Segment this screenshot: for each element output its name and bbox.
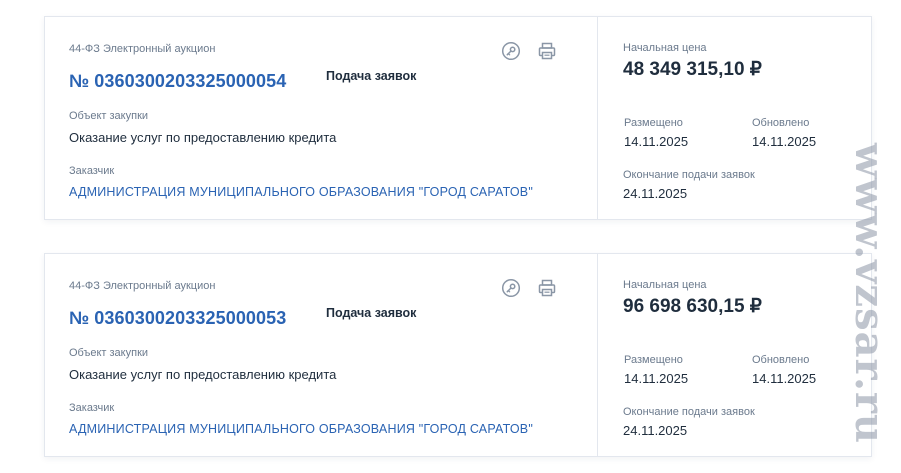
customer-link[interactable]: АДМИНИСТРАЦИЯ МУНИЦИПАЛЬНОГО ОБРАЗОВАНИЯ… (69, 185, 533, 199)
status-label: Подача заявок (326, 69, 417, 83)
registry-number-link[interactable]: № 0360300203325000054 (69, 71, 286, 92)
registry-number-link[interactable]: № 0360300203325000053 (69, 308, 286, 329)
status-label: Подача заявок (326, 306, 417, 320)
initial-price: 96 698 630,15 ₽ (623, 296, 762, 317)
object-label: Объект закупки (69, 110, 149, 122)
updated-label: Обновлено (752, 117, 810, 129)
procurement-type: 44-ФЗ Электронный аукцион (69, 280, 216, 292)
deadline-label: Окончание подачи заявок (623, 406, 755, 418)
updated-label: Обновлено (752, 354, 810, 366)
tender-card-main: 44-ФЗ Электронный аукцион № 036030020332… (45, 17, 597, 219)
posted-label: Размещено (624, 354, 683, 366)
object-label: Объект закупки (69, 347, 149, 359)
key-icon[interactable] (501, 278, 521, 298)
initial-price: 48 349 315,10 ₽ (623, 59, 762, 80)
customer-label: Заказчик (69, 165, 115, 177)
deadline-label: Окончание подачи заявок (623, 169, 755, 181)
tender-card-summary: Начальная цена 48 349 315,10 ₽ Размещено… (597, 17, 871, 219)
deadline-date: 24.11.2025 (623, 423, 688, 438)
tender-card: 44-ФЗ Электронный аукцион № 036030020332… (44, 16, 872, 220)
procurement-type: 44-ФЗ Электронный аукцион (69, 43, 216, 55)
procurement-object: Оказание услуг по предоставлению кредита (69, 367, 337, 382)
tender-card-main: 44-ФЗ Электронный аукцион № 036030020332… (45, 254, 597, 456)
tender-card: 44-ФЗ Электронный аукцион № 036030020332… (44, 253, 872, 457)
updated-date: 14.11.2025 (752, 371, 817, 386)
key-icon[interactable] (501, 41, 521, 61)
customer-link[interactable]: АДМИНИСТРАЦИЯ МУНИЦИПАЛЬНОГО ОБРАЗОВАНИЯ… (69, 422, 533, 436)
procurement-object: Оказание услуг по предоставлению кредита (69, 130, 337, 145)
printer-icon[interactable] (537, 41, 557, 61)
updated-date: 14.11.2025 (752, 134, 817, 149)
deadline-date: 24.11.2025 (623, 186, 688, 201)
posted-date: 14.11.2025 (624, 371, 689, 386)
price-label: Начальная цена (623, 42, 707, 54)
posted-date: 14.11.2025 (624, 134, 689, 149)
price-label: Начальная цена (623, 279, 707, 291)
tender-card-summary: Начальная цена 96 698 630,15 ₽ Размещено… (597, 254, 871, 456)
posted-label: Размещено (624, 117, 683, 129)
customer-label: Заказчик (69, 402, 115, 414)
printer-icon[interactable] (537, 278, 557, 298)
